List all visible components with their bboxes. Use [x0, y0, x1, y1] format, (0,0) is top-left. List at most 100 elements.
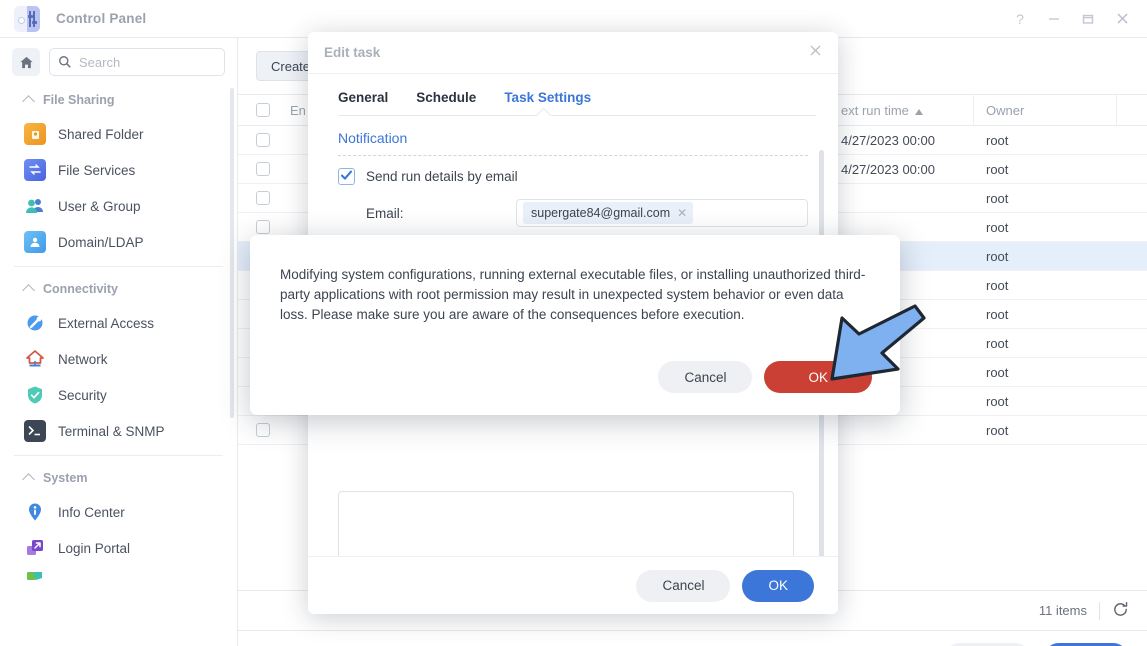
email-token-text: supergate84@gmail.com	[531, 206, 671, 220]
terminal-icon	[24, 420, 46, 442]
sidebar-item-external-access[interactable]: External Access	[0, 305, 237, 341]
alert-cancel-button[interactable]: Cancel	[658, 361, 753, 393]
window-controls: ?	[1003, 4, 1147, 34]
sidebar-item-label: Login Portal	[58, 540, 131, 556]
close-icon[interactable]	[809, 44, 822, 62]
cell-owner: root	[986, 219, 1009, 235]
dialog-cancel-button[interactable]: Cancel	[636, 569, 731, 602]
chevron-up-icon	[22, 473, 35, 486]
control-panel-icon	[14, 5, 40, 32]
search-input[interactable]: Search	[49, 48, 225, 76]
reset-button[interactable]: Reset	[943, 642, 1032, 646]
remove-token-icon[interactable]: ✕	[677, 206, 687, 220]
column-spacer	[1117, 94, 1147, 126]
send-email-checkbox[interactable]	[338, 168, 355, 185]
column-next-run-time[interactable]: ext run time	[829, 94, 974, 126]
sidebar-item-domain-ldap[interactable]: Domain/LDAP	[0, 224, 237, 260]
alert-message: Modifying system configurations, running…	[280, 267, 866, 322]
tab-general[interactable]: General	[338, 90, 388, 116]
domain-ldap-icon	[24, 231, 46, 253]
cell-owner: root	[986, 277, 1009, 293]
sidebar-group-label: Connectivity	[43, 282, 119, 296]
sidebar-search-row: Search	[0, 38, 237, 84]
sidebar-item-login-portal[interactable]: Login Portal	[0, 530, 237, 566]
alert-buttons: Cancel OK	[658, 361, 872, 393]
sidebar-item-network[interactable]: Network	[0, 341, 237, 377]
search-placeholder: Search	[79, 54, 121, 70]
sidebar-group-label: System	[43, 471, 88, 485]
home-icon[interactable]	[12, 48, 40, 76]
select-all-checkbox[interactable]	[256, 103, 270, 117]
external-access-icon	[24, 312, 46, 334]
notification-section-title: Notification	[338, 130, 408, 146]
email-label: Email:	[366, 205, 404, 221]
cell-owner: root	[986, 422, 1009, 438]
info-center-icon	[24, 501, 46, 523]
sidebar-group-system[interactable]: System	[0, 462, 237, 494]
sidebar-item-user-group[interactable]: User & Group	[0, 188, 237, 224]
security-shield-icon	[24, 384, 46, 406]
sidebar-item-label: External Access	[58, 315, 155, 331]
row-checkbox[interactable]	[256, 133, 270, 147]
row-checkbox[interactable]	[256, 162, 270, 176]
sidebar-item-label: Terminal & SNMP	[58, 423, 165, 439]
maximize-icon[interactable]	[1071, 4, 1105, 34]
sidebar-item-label: Security	[58, 387, 107, 403]
dialog-ok-button[interactable]: OK	[742, 569, 814, 602]
select-all-cell[interactable]	[238, 94, 290, 126]
sidebar-item-partial[interactable]	[0, 566, 237, 599]
cell-owner: root	[986, 190, 1009, 206]
update-restore-icon	[24, 570, 46, 592]
sidebar-item-file-services[interactable]: File Services	[0, 152, 237, 188]
network-icon	[24, 348, 46, 370]
edit-task-tabs: General Schedule Task Settings	[308, 74, 838, 124]
row-checkbox[interactable]	[256, 191, 270, 205]
item-count: 11 items	[1038, 603, 1087, 618]
send-email-label: Send run details by email	[366, 169, 518, 184]
footer-divider	[1099, 601, 1100, 620]
sort-asc-icon	[914, 103, 923, 118]
cell-next-run-time: 4/27/2023 00:00	[841, 132, 935, 148]
window-title: Control Panel	[56, 11, 147, 26]
sidebar-item-label: File Services	[58, 162, 136, 178]
cell-next-run-time	[829, 184, 974, 213]
chevron-up-icon	[22, 284, 35, 297]
cell-owner: root	[986, 393, 1009, 409]
cell-owner: root	[986, 335, 1009, 351]
cell-next-run-time: 4/27/2023 00:00	[841, 161, 935, 177]
cell-owner: root	[986, 306, 1009, 322]
row-checkbox[interactable]	[256, 220, 270, 234]
sidebar-group-connectivity[interactable]: Connectivity	[0, 273, 237, 305]
sidebar-item-security[interactable]: Security	[0, 377, 237, 413]
root-permission-alert-dialog: Modifying system configurations, running…	[250, 235, 900, 415]
email-token[interactable]: supergate84@gmail.com ✕	[523, 202, 694, 224]
sidebar-item-shared-folder[interactable]: Shared Folder	[0, 116, 237, 152]
refresh-icon[interactable]	[1112, 601, 1129, 621]
sidebar-group-file-sharing[interactable]: File Sharing	[0, 84, 237, 116]
email-input[interactable]: supergate84@gmail.com ✕	[516, 199, 808, 227]
alert-ok-button[interactable]: OK	[764, 361, 872, 393]
send-email-row[interactable]: Send run details by email	[338, 156, 808, 185]
minimize-icon[interactable]	[1037, 4, 1071, 34]
apply-button[interactable]: Apply	[1043, 642, 1129, 646]
help-icon[interactable]: ?	[1003, 4, 1037, 34]
sidebar-scrollbar[interactable]	[230, 88, 234, 418]
login-portal-icon	[24, 537, 46, 559]
column-owner[interactable]: Owner	[974, 94, 1117, 126]
edit-task-dialog-footer: Cancel OK	[308, 556, 838, 614]
sidebar-item-terminal-snmp[interactable]: Terminal & SNMP	[0, 413, 237, 449]
sidebar-item-label: Shared Folder	[58, 126, 144, 142]
cell-owner: root	[986, 364, 1009, 380]
edit-task-dialog-body: Notification Send run details by email E…	[308, 116, 838, 614]
user-group-icon	[24, 195, 46, 217]
control-panel-window: Control Panel ? Search File Sharing Shar…	[0, 0, 1147, 646]
row-checkbox[interactable]	[256, 423, 270, 437]
search-icon	[59, 56, 71, 68]
shared-folder-icon	[24, 123, 46, 145]
chevron-up-icon	[22, 95, 35, 108]
sidebar: Search File Sharing Shared Folder File S…	[0, 38, 238, 646]
sidebar-item-info-center[interactable]: Info Center	[0, 494, 237, 530]
close-icon[interactable]	[1105, 4, 1139, 34]
cell-owner: root	[986, 132, 1009, 148]
tab-schedule[interactable]: Schedule	[416, 90, 476, 116]
